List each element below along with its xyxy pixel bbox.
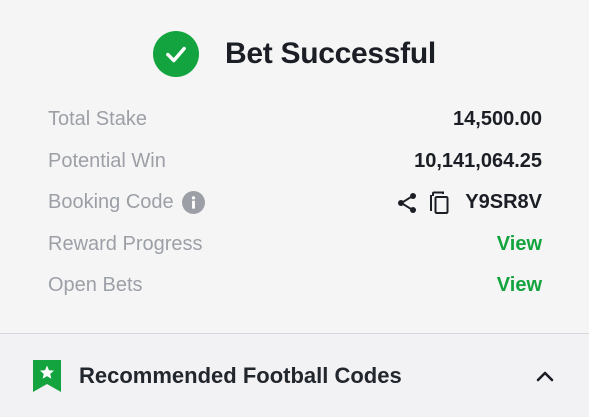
potential-win-row: Potential Win 10,141,064.25 [48, 141, 542, 183]
potential-win-label: Potential Win [48, 149, 166, 172]
potential-win-value: 10,141,064.25 [414, 149, 542, 172]
chevron-up-icon[interactable] [535, 369, 555, 383]
total-stake-label: Total Stake [48, 108, 147, 131]
bet-success-sheet: Bet Successful Total Stake 14,500.00 Pot… [0, 0, 589, 417]
bet-details: Total Stake 14,500.00 Potential Win 10,1… [48, 99, 542, 307]
bookmark-star-icon [32, 359, 62, 393]
booking-code-value-group: Y9SR8V [395, 191, 542, 215]
open-bets-row: Open Bets View [48, 265, 542, 307]
booking-code-row: Booking Code Y9SR8V [48, 182, 542, 224]
open-bets-view-link[interactable]: View [497, 274, 542, 297]
reward-progress-label: Reward Progress [48, 232, 203, 255]
total-stake-row: Total Stake 14,500.00 [48, 99, 542, 141]
success-header: Bet Successful [0, 26, 589, 82]
reward-progress-row: Reward Progress View [48, 224, 542, 266]
booking-code-label: Booking Code [48, 191, 174, 214]
recommended-codes-title: Recommended Football Codes [79, 362, 402, 388]
total-stake-value: 14,500.00 [453, 108, 542, 131]
share-icon[interactable] [395, 191, 419, 215]
reward-progress-view-link[interactable]: View [497, 233, 542, 256]
copy-icon[interactable] [429, 191, 451, 215]
info-icon[interactable] [181, 191, 205, 215]
booking-code-value[interactable]: Y9SR8V [465, 191, 542, 214]
booking-code-label-group: Booking Code [48, 191, 205, 215]
check-circle-icon [153, 31, 200, 77]
page-title: Bet Successful [225, 37, 436, 70]
recommended-codes-header[interactable]: Recommended Football Codes [0, 334, 589, 417]
open-bets-label: Open Bets [48, 274, 143, 297]
